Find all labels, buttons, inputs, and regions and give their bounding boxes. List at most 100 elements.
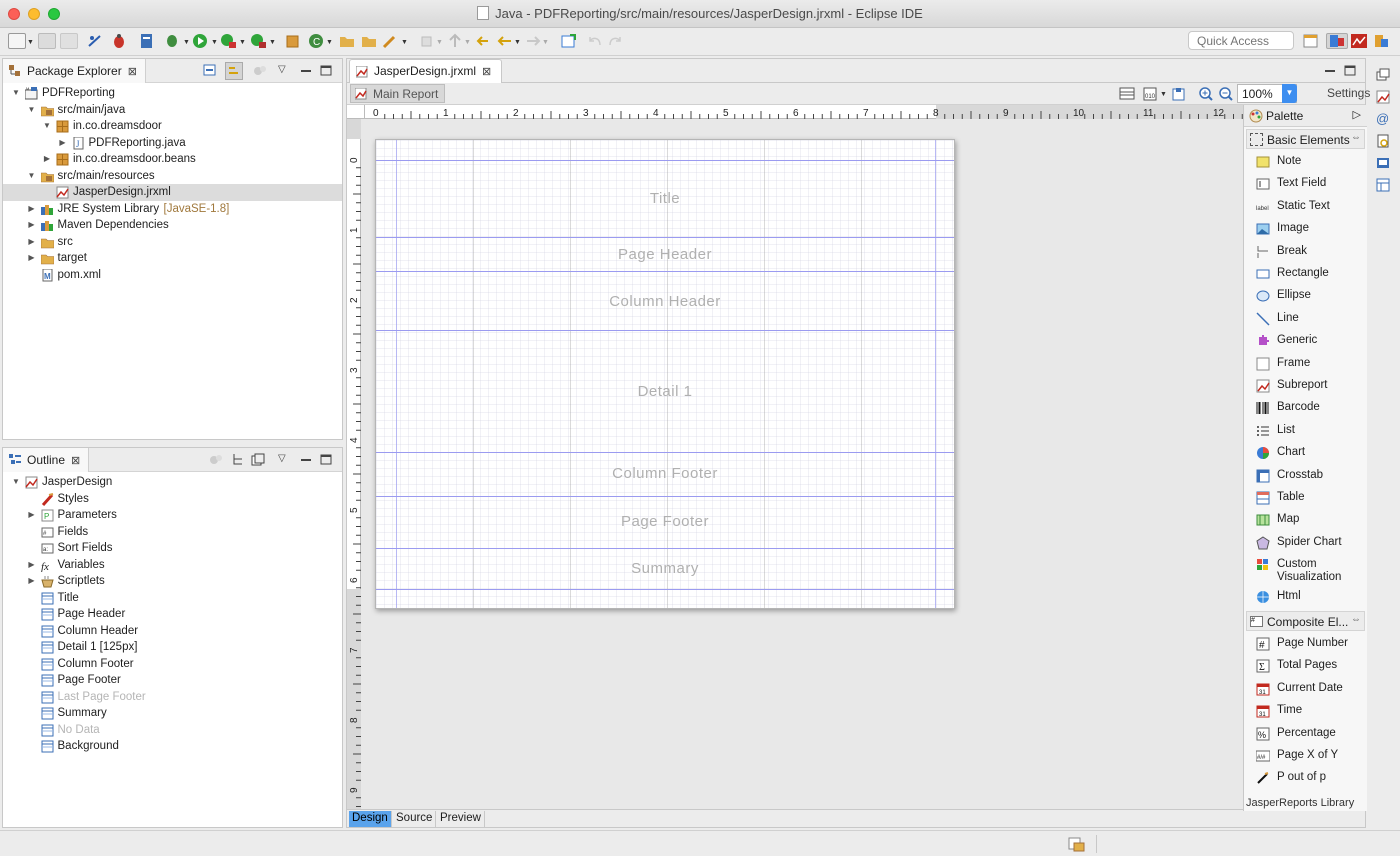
- page-layout-icon[interactable]: [1119, 87, 1135, 100]
- tree-item[interactable]: ▶ Maven Dependencies: [3, 217, 342, 234]
- package-explorer-tab[interactable]: Package Explorer ⊠: [3, 59, 146, 83]
- tree-item[interactable]: ▶ P Parameters: [3, 507, 342, 524]
- band-separator[interactable]: [376, 237, 954, 238]
- collapsed-twistie-icon[interactable]: ▶: [27, 201, 37, 218]
- zoom-out-icon[interactable]: [1219, 87, 1233, 101]
- tree-item[interactable]: ▶ target: [3, 250, 342, 267]
- focus-on-active-task-icon[interactable]: [253, 64, 267, 77]
- tree-item[interactable]: Detail 1 [125px]: [3, 639, 342, 656]
- composite-elements-section[interactable]: # Composite El... ⇔: [1246, 611, 1365, 631]
- undo-icon[interactable]: [586, 33, 604, 49]
- back-icon[interactable]: [496, 33, 514, 49]
- collapsed-twistie-icon[interactable]: ▶: [27, 250, 37, 267]
- tree-item[interactable]: ▶ in.co.dreamsdoor.beans: [3, 151, 342, 168]
- run-dropdown-icon[interactable]: ▼: [211, 39, 218, 46]
- open-perspective-toolbar-icon[interactable]: [1302, 33, 1320, 49]
- report-page[interactable]: Title Page Header Column Header Detail 1…: [375, 139, 955, 609]
- close-tab-icon[interactable]: ⊠: [71, 454, 80, 467]
- band-summary[interactable]: Summary: [376, 560, 954, 577]
- tree-item[interactable]: Styles: [3, 491, 342, 508]
- collapsed-twistie-icon[interactable]: ▶: [27, 217, 37, 234]
- collapsed-twistie-icon[interactable]: ▶: [58, 135, 68, 152]
- maximize-editor-icon[interactable]: [1343, 64, 1357, 77]
- chevron-down-icon[interactable]: ▼: [1282, 84, 1297, 103]
- save-icon[interactable]: [38, 33, 56, 49]
- collapsed-twistie-icon[interactable]: ▶: [42, 151, 52, 168]
- collapsed-twistie-icon[interactable]: ▶: [27, 507, 37, 524]
- tree-item[interactable]: Title: [3, 590, 342, 607]
- tree-item[interactable]: # Fields: [3, 524, 342, 541]
- expanded-twistie-icon[interactable]: ▼: [27, 102, 37, 119]
- open-task-icon[interactable]: [360, 33, 378, 49]
- tree-item[interactable]: Summary: [3, 705, 342, 722]
- minimize-view-icon[interactable]: [299, 64, 313, 77]
- progress-icon[interactable]: [1068, 836, 1086, 855]
- band-separator[interactable]: [376, 548, 954, 549]
- coverage-icon[interactable]: [220, 33, 238, 49]
- redo-icon[interactable]: [606, 33, 624, 49]
- link-with-editor-icon[interactable]: [225, 62, 243, 80]
- view-menu-icon[interactable]: ▽: [278, 453, 292, 466]
- band-title[interactable]: Title: [376, 190, 954, 207]
- main-report-breadcrumb[interactable]: Main Report: [350, 84, 446, 103]
- view-menu-icon[interactable]: ▽: [278, 64, 292, 77]
- section-toggle-icon[interactable]: ⇔: [1351, 614, 1361, 625]
- quick-access-input[interactable]: [1188, 31, 1294, 50]
- forward-dropdown-icon[interactable]: ▼: [542, 39, 549, 46]
- collapsed-twistie-icon[interactable]: ▶: [27, 573, 37, 590]
- debug-icon[interactable]: [110, 33, 128, 49]
- tree-item[interactable]: ▼ src/main/resources: [3, 168, 342, 185]
- tab-preview[interactable]: Preview: [437, 811, 485, 827]
- git-perspective-icon[interactable]: [1372, 33, 1390, 49]
- zoom-select[interactable]: 100% ▼: [1237, 84, 1297, 103]
- band-page-footer[interactable]: Page Footer: [376, 513, 954, 530]
- tab-source[interactable]: Source: [393, 811, 437, 827]
- new-class-dropdown-icon[interactable]: ▼: [326, 39, 333, 46]
- expanded-twistie-icon[interactable]: ▼: [11, 85, 21, 102]
- javadoc-icon[interactable]: @: [1376, 112, 1390, 126]
- report-design-perspective-icon[interactable]: [1350, 33, 1368, 49]
- collapsed-twistie-icon[interactable]: ▶: [27, 234, 37, 251]
- palette-collapse-icon[interactable]: ▷: [1353, 108, 1361, 121]
- show-overview-icon[interactable]: [251, 453, 265, 466]
- open-type-icon[interactable]: [338, 33, 356, 49]
- tree-item[interactable]: ▼ M PDFReporting: [3, 85, 342, 102]
- tree-item[interactable]: No Data: [3, 722, 342, 739]
- next-annotation-dropdown-icon[interactable]: ▼: [436, 39, 443, 46]
- focus-icon[interactable]: [209, 453, 223, 466]
- tree-item[interactable]: JasperDesign.jrxml: [3, 184, 342, 201]
- outline-tab[interactable]: Outline ⊠: [3, 448, 90, 472]
- band-column-header[interactable]: Column Header: [376, 293, 954, 310]
- band-separator[interactable]: [376, 496, 954, 497]
- expanded-twistie-icon[interactable]: ▼: [27, 168, 37, 185]
- new-class-icon[interactable]: C: [308, 33, 326, 49]
- terminal-icon[interactable]: [138, 33, 156, 49]
- maximize-view-icon[interactable]: [319, 64, 333, 77]
- dataset-dropdown-icon[interactable]: ▼: [1160, 91, 1167, 98]
- forward-icon[interactable]: [524, 33, 542, 49]
- search-dropdown-icon[interactable]: ▼: [401, 39, 408, 46]
- band-separator[interactable]: [376, 330, 954, 331]
- bottom-margin-line[interactable]: [376, 589, 954, 590]
- band-separator[interactable]: [376, 452, 954, 453]
- tree-item[interactable]: Column Header: [3, 623, 342, 640]
- external-tools-dropdown-icon[interactable]: ▼: [269, 39, 276, 46]
- maximize-view-icon[interactable]: [319, 453, 333, 466]
- close-editor-icon[interactable]: ⊠: [482, 65, 491, 78]
- debug-dropdown-icon[interactable]: ▼: [183, 39, 190, 46]
- hierarchy-icon[interactable]: [231, 453, 245, 466]
- tree-item[interactable]: ▼ JasperDesign: [3, 474, 342, 491]
- tree-item[interactable]: ▼ in.co.dreamsdoor: [3, 118, 342, 135]
- band-column-footer[interactable]: Column Footer: [376, 465, 954, 482]
- tree-item[interactable]: ▶ fx Variables: [3, 557, 342, 574]
- tree-item[interactable]: Column Footer: [3, 656, 342, 673]
- previous-annotation-icon[interactable]: [446, 33, 464, 49]
- run-icon[interactable]: [192, 33, 210, 49]
- band-page-header[interactable]: Page Header: [376, 246, 954, 263]
- band-detail-1[interactable]: Detail 1: [376, 383, 954, 400]
- tree-item[interactable]: ▼ src/main/java: [3, 102, 342, 119]
- skip-breakpoints-icon[interactable]: [86, 33, 104, 49]
- export-icon[interactable]: [1171, 87, 1185, 101]
- new-dropdown-icon[interactable]: ▼: [27, 39, 34, 46]
- palette-header[interactable]: Palette ▷: [1244, 105, 1367, 127]
